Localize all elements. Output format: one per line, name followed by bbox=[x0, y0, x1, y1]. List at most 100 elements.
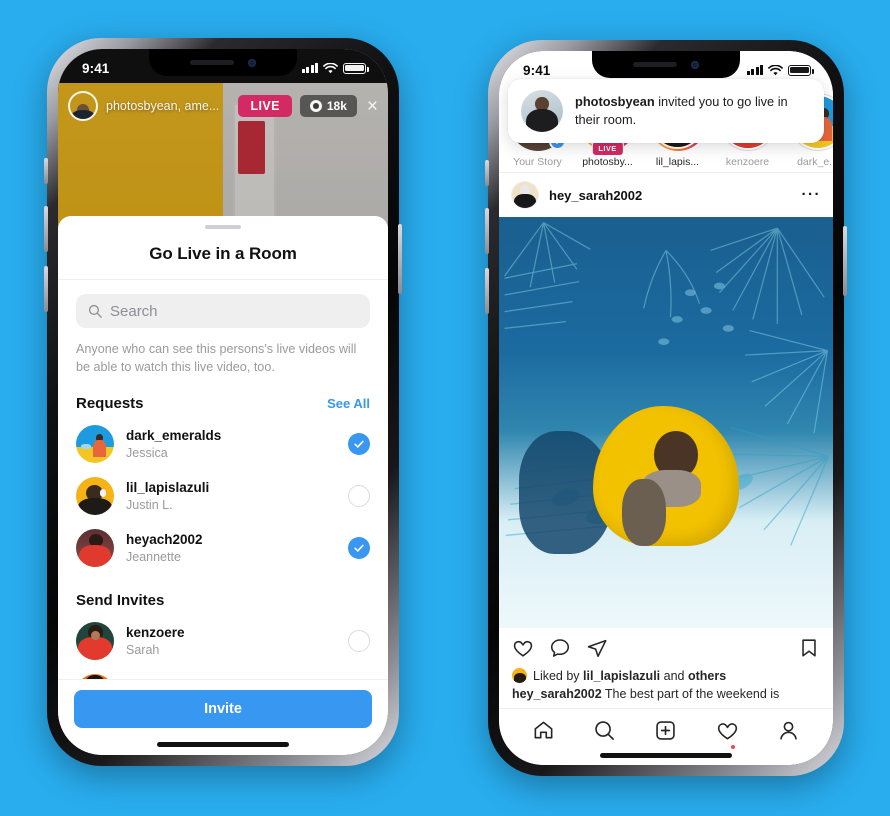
list-item[interactable]: travis_shreds18 bbox=[58, 667, 388, 679]
liked-by: Liked by lil_lapislazuli and others bbox=[499, 667, 833, 683]
notification-avatar bbox=[521, 90, 563, 132]
notch-left bbox=[149, 49, 297, 76]
search-input[interactable]: Search bbox=[76, 294, 370, 328]
post-image[interactable] bbox=[499, 217, 833, 628]
checkbox-selected[interactable] bbox=[348, 536, 370, 559]
story-label: kenzoere bbox=[725, 156, 770, 168]
live-badge: LIVE bbox=[238, 95, 292, 117]
heart-icon[interactable] bbox=[512, 637, 534, 664]
wifi-icon bbox=[323, 62, 338, 74]
live-badge: LIVE bbox=[591, 141, 624, 156]
list-item[interactable]: lil_lapislazuli Justin L. bbox=[58, 470, 388, 522]
live-usernames: photosbyean, ame... bbox=[106, 99, 220, 113]
viewer-count-badge: 18k bbox=[299, 95, 357, 117]
liked-by-mid: and bbox=[660, 668, 688, 683]
avatar bbox=[76, 528, 114, 567]
list-item-name: Jessica bbox=[126, 446, 168, 460]
bookmark-icon[interactable] bbox=[798, 637, 820, 664]
right-screen: + Your Story LIVE p bbox=[499, 51, 833, 765]
volume-up-button[interactable] bbox=[44, 206, 48, 252]
volume-down-button[interactable] bbox=[44, 266, 48, 312]
list-item-username: lil_lapislazuli bbox=[126, 480, 210, 495]
avatar bbox=[76, 424, 114, 463]
helper-text: Anyone who can see this persons's live v… bbox=[76, 342, 357, 375]
left-screen: photosbyean, ame... LIVE 18k × 9:41 Go L… bbox=[58, 49, 388, 755]
story-label: lil_lapis... bbox=[655, 156, 700, 168]
share-icon[interactable] bbox=[586, 637, 608, 664]
close-icon[interactable]: × bbox=[367, 97, 378, 116]
mute-switch[interactable] bbox=[485, 160, 489, 186]
caption-text: The best part of the weekend is bbox=[601, 687, 780, 701]
see-all-link[interactable]: See All bbox=[327, 396, 370, 411]
search-placeholder: Search bbox=[110, 302, 158, 320]
wifi-icon bbox=[768, 64, 783, 76]
section-title: Send Invites bbox=[76, 591, 165, 609]
activity-icon[interactable] bbox=[716, 719, 739, 749]
post-username[interactable]: hey_sarah2002 bbox=[549, 188, 792, 203]
search-icon bbox=[88, 304, 102, 318]
post-avatar[interactable] bbox=[511, 181, 539, 209]
sheet-footer: Invite bbox=[58, 679, 388, 755]
volume-up-button[interactable] bbox=[485, 208, 489, 254]
avatar bbox=[512, 668, 527, 683]
caption-username[interactable]: hey_sarah2002 bbox=[512, 687, 602, 701]
notification-dot bbox=[730, 745, 735, 749]
list-item-name: Jeannette bbox=[126, 550, 181, 564]
list-item-name: Sarah bbox=[126, 643, 160, 657]
list-item-username: heyach2002 bbox=[126, 532, 203, 547]
add-post-icon[interactable] bbox=[654, 719, 677, 747]
list-item[interactable]: dark_emeralds Jessica bbox=[58, 418, 388, 470]
viewer-count: 18k bbox=[326, 99, 347, 113]
home-icon[interactable] bbox=[532, 719, 555, 747]
section-title: Requests bbox=[76, 394, 144, 412]
sheet-body: Search Anyone who can see this persons's… bbox=[58, 280, 388, 679]
power-button[interactable] bbox=[398, 224, 402, 294]
story-label: photosby... bbox=[582, 156, 633, 168]
mute-switch[interactable] bbox=[44, 158, 48, 184]
liked-by-text: Liked by lil_lapislazuli and others bbox=[533, 669, 726, 683]
status-time: 9:41 bbox=[523, 62, 551, 78]
tab-bar bbox=[499, 708, 833, 751]
battery-icon bbox=[788, 64, 814, 76]
search-icon[interactable] bbox=[593, 719, 616, 747]
list-item-username: dark_emeralds bbox=[126, 428, 222, 443]
cellular-icon bbox=[301, 63, 318, 73]
list-item[interactable]: kenzoere Sarah bbox=[58, 615, 388, 667]
volume-down-button[interactable] bbox=[485, 268, 489, 314]
liked-by-others[interactable]: others bbox=[688, 669, 726, 683]
notification-text: photosbyean invited you to go live in th… bbox=[575, 93, 811, 128]
home-indicator[interactable] bbox=[600, 753, 732, 758]
notification-username[interactable]: photosbyean bbox=[575, 94, 655, 109]
avatar bbox=[76, 621, 114, 660]
cellular-icon bbox=[746, 65, 763, 75]
comment-icon[interactable] bbox=[549, 637, 571, 664]
profile-icon[interactable] bbox=[777, 719, 800, 747]
list-item-name: Justin L. bbox=[126, 498, 173, 512]
live-host-avatar[interactable] bbox=[68, 91, 98, 121]
status-time: 9:41 bbox=[82, 60, 110, 76]
phone-left: photosbyean, ame... LIVE 18k × 9:41 Go L… bbox=[44, 38, 402, 766]
list-item[interactable]: heyach2002 Jeannette bbox=[58, 522, 388, 574]
home-indicator[interactable] bbox=[157, 742, 289, 747]
section-header-send-invites: Send Invites bbox=[58, 574, 388, 615]
post-header: hey_sarah2002 ··· bbox=[499, 173, 833, 217]
invite-button[interactable]: Invite bbox=[74, 690, 372, 728]
checkbox-unselected[interactable] bbox=[348, 629, 370, 652]
avatar bbox=[76, 476, 114, 515]
post-menu-icon[interactable]: ··· bbox=[802, 187, 822, 202]
liked-by-username[interactable]: lil_lapislazuli bbox=[583, 669, 660, 683]
live-room-invite-notification[interactable]: photosbyean invited you to go live in th… bbox=[508, 79, 824, 143]
section-header-requests: Requests See All bbox=[58, 377, 388, 418]
phone-right: + Your Story LIVE p bbox=[485, 40, 847, 776]
avatar bbox=[76, 673, 114, 679]
liked-by-prefix: Liked by bbox=[533, 668, 584, 683]
go-live-sheet: Go Live in a Room Search Anyone who can … bbox=[58, 216, 388, 755]
sheet-title: Go Live in a Room bbox=[58, 229, 388, 280]
checkbox-unselected[interactable] bbox=[348, 484, 370, 507]
post-caption: hey_sarah2002 The best part of the weeke… bbox=[499, 683, 833, 708]
checkbox-selected[interactable] bbox=[348, 432, 370, 455]
list-item-username: kenzoere bbox=[126, 625, 185, 640]
eye-icon bbox=[309, 100, 322, 112]
story-label: dark_e... bbox=[797, 156, 833, 168]
power-button[interactable] bbox=[843, 226, 847, 296]
